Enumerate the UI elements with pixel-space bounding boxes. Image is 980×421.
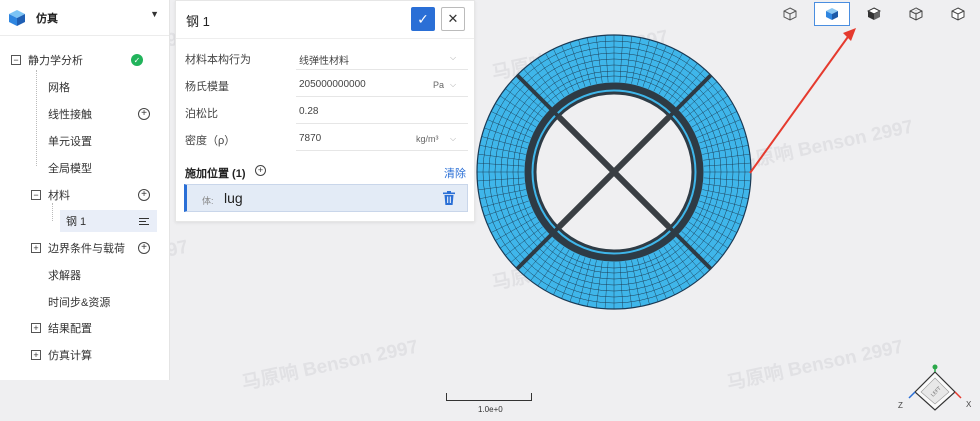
- tree-item-label: 求解器: [48, 270, 81, 282]
- field-label-poisson-ratio: 泊松比: [185, 108, 218, 120]
- cube-outline-icon: [783, 7, 797, 21]
- poisson-ratio-input[interactable]: 0.28: [299, 106, 318, 117]
- tree-title: 仿真: [36, 12, 58, 25]
- tree-item-time-step[interactable]: 时间步&资源: [0, 291, 170, 313]
- tree-item-materials[interactable]: − 材料 +: [0, 184, 170, 206]
- add-circle-icon[interactable]: +: [138, 108, 150, 120]
- tree-item-static-analysis[interactable]: − 静力学分析 ✓: [0, 49, 170, 71]
- confirm-button[interactable]: ✓: [411, 7, 435, 31]
- view-iso-wire-button[interactable]: [772, 2, 808, 26]
- cube-dark-icon: [867, 7, 881, 20]
- expand-icon[interactable]: +: [31, 243, 41, 253]
- model-tree-panel: 仿真 ▼ − 静力学分析 ✓ 网格 线性接触 + 单元设置 全局模型 − 材料 …: [0, 0, 170, 380]
- chevron-down-icon[interactable]: ⌵: [450, 53, 456, 63]
- body-tag: 体:: [202, 196, 214, 206]
- field-label-youngs-modulus: 杨氏模量: [185, 81, 229, 93]
- ring-mesh[interactable]: [476, 34, 752, 310]
- view-toolbar: [772, 2, 980, 28]
- cube-wire-icon: [909, 7, 923, 21]
- constitutive-select[interactable]: 线弹性材料: [299, 52, 349, 67]
- close-button[interactable]: ✕: [441, 7, 465, 31]
- scale-bar: [446, 393, 532, 401]
- trash-icon[interactable]: [443, 191, 455, 205]
- cube-hidden-icon: [951, 7, 965, 21]
- success-check-icon: ✓: [131, 54, 143, 66]
- arrow-annotation: [749, 28, 856, 174]
- view-wireframe-button[interactable]: [898, 2, 934, 26]
- field-label-constitutive: 材料本构行为: [185, 54, 251, 66]
- add-circle-icon[interactable]: +: [255, 165, 266, 176]
- tree-item-label: 全局模型: [48, 163, 92, 175]
- tree-item-label: 线性接触: [48, 109, 92, 121]
- tree-item-global-model[interactable]: 全局模型: [0, 157, 170, 179]
- tree-item-label: 网格: [48, 82, 70, 94]
- menu-lines-icon[interactable]: [139, 216, 149, 227]
- tree-item-label: 结果配置: [48, 323, 92, 335]
- body-name: lug: [224, 190, 243, 206]
- apply-location-label: 施加位置 (1): [185, 168, 246, 180]
- tree-item-label: 时间步&资源: [48, 297, 111, 309]
- tree-item-label: 边界条件与载荷: [48, 243, 125, 255]
- view-hidden-line-button[interactable]: [940, 2, 976, 26]
- axis-x-label: X: [966, 400, 972, 409]
- view-shaded-button[interactable]: [814, 2, 850, 26]
- panel-title: 钢 1: [186, 14, 210, 29]
- collapse-icon[interactable]: −: [11, 55, 21, 65]
- tree-item-steel-1[interactable]: 钢 1: [60, 210, 157, 232]
- density-unit[interactable]: kg/m³: [416, 134, 439, 144]
- material-property-panel: 钢 1 ✓ ✕ 材料本构行为 线弹性材料 ⌵ 杨氏模量 205000000000…: [175, 0, 475, 222]
- tree-item-simulation-run[interactable]: + 仿真计算: [0, 344, 170, 366]
- cube-logo-icon: [9, 9, 25, 26]
- caret-down-icon[interactable]: ▼: [150, 9, 159, 19]
- scale-label: 1.0e+0: [478, 405, 503, 414]
- density-input[interactable]: 7870: [299, 133, 321, 144]
- axis-z-label: Z: [898, 401, 903, 410]
- chevron-down-icon[interactable]: ⌵: [450, 80, 456, 90]
- expand-icon[interactable]: +: [31, 323, 41, 333]
- tree-header[interactable]: 仿真 ▼: [0, 0, 169, 36]
- add-circle-icon[interactable]: +: [138, 189, 150, 201]
- youngs-modulus-unit[interactable]: Pa: [433, 80, 444, 90]
- tree-item-label: 静力学分析: [28, 55, 83, 67]
- field-label-density: 密度（ρ）: [185, 135, 236, 147]
- tree-item-label: 材料: [48, 190, 70, 202]
- chevron-down-icon[interactable]: ⌵: [450, 134, 456, 144]
- view-shaded-edges-button[interactable]: [856, 2, 892, 26]
- tree-item-boundary-conditions[interactable]: + 边界条件与载荷 +: [0, 237, 170, 259]
- youngs-modulus-input[interactable]: 205000000000: [299, 79, 366, 90]
- tree-item-mesh[interactable]: 网格: [0, 76, 170, 98]
- tree-item-result-config[interactable]: + 结果配置: [0, 317, 170, 339]
- expand-icon[interactable]: +: [31, 350, 41, 360]
- collapse-icon[interactable]: −: [31, 190, 41, 200]
- tree-item-label: 单元设置: [48, 136, 92, 148]
- clear-link[interactable]: 清除: [444, 165, 466, 181]
- add-circle-icon[interactable]: +: [138, 242, 150, 254]
- tree-item-label: 钢 1: [66, 216, 87, 228]
- cube-solid-icon: [826, 8, 838, 20]
- orientation-triad[interactable]: LEFT: [905, 364, 965, 414]
- tree-item-label: 仿真计算: [48, 350, 92, 362]
- tree-item-solver[interactable]: 求解器: [0, 264, 170, 286]
- applied-body-item[interactable]: 体: lug: [184, 184, 468, 212]
- tree-item-linear-contact[interactable]: 线性接触 +: [0, 103, 170, 125]
- tree-item-element-settings[interactable]: 单元设置: [0, 130, 170, 152]
